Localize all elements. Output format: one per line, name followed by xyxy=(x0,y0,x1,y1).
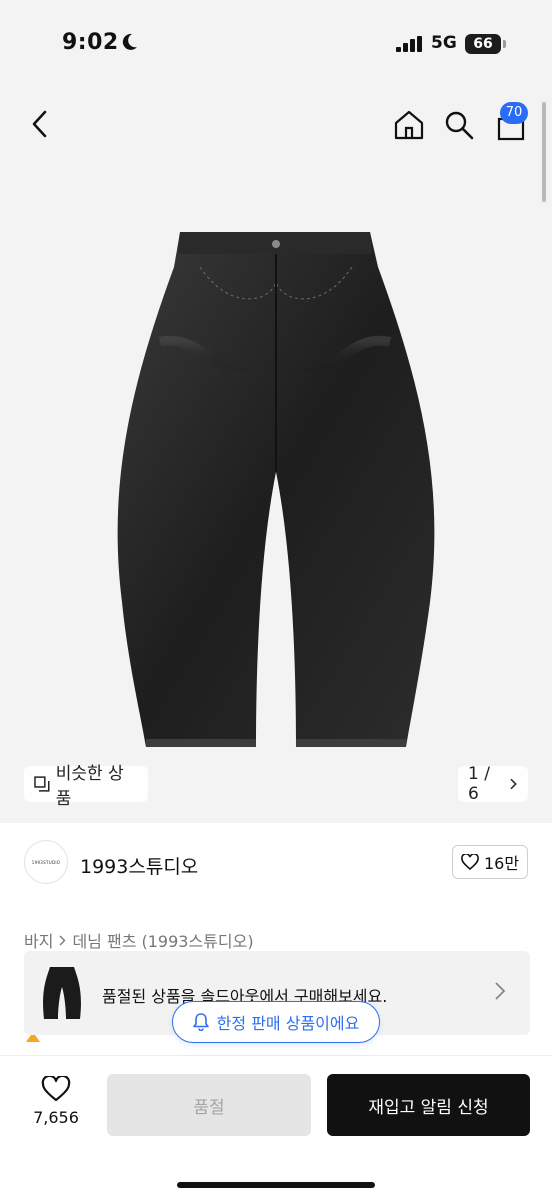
home-indicator[interactable] xyxy=(177,1182,375,1188)
similar-products-button[interactable]: 비슷한 상품 xyxy=(24,764,148,809)
heart-icon xyxy=(461,854,479,870)
network-label: 5G xyxy=(431,33,457,53)
wishlist-count: 7,656 xyxy=(33,1108,79,1127)
restock-alert-button[interactable]: 재입고 알림 신청 xyxy=(327,1074,530,1136)
brand-like-button[interactable]: 16만 xyxy=(452,845,528,879)
scrollbar[interactable] xyxy=(542,102,546,202)
home-icon xyxy=(394,110,424,140)
image-page-indicator[interactable]: 1 / 6 xyxy=(458,764,528,804)
brand-like-count: 16만 xyxy=(483,854,520,873)
status-time: 9:02 xyxy=(62,30,119,55)
copy-icon xyxy=(34,776,50,792)
limited-sale-badge[interactable]: 한정 판매 상품이에요 xyxy=(172,1001,380,1043)
wishlist-button[interactable]: 7,656 xyxy=(30,1074,82,1127)
brand-name[interactable]: 1993스튜디오 xyxy=(80,852,198,879)
limited-sale-label: 한정 판매 상품이에요 xyxy=(216,1014,360,1033)
breadcrumb: 바지 데님 팬츠 (1993스튜디오) xyxy=(24,928,254,952)
soldout-label: 품절 xyxy=(193,1097,225,1118)
signal-icon xyxy=(396,36,422,52)
moon-icon xyxy=(122,33,137,50)
search-icon xyxy=(445,111,474,140)
brand-logo-text: 1993STUDIO xyxy=(31,859,61,865)
back-button[interactable] xyxy=(22,106,58,142)
bell-icon xyxy=(192,1013,209,1031)
chevron-right-icon xyxy=(59,935,66,945)
status-bar: 9:02 5G 66 xyxy=(0,0,552,90)
search-button[interactable] xyxy=(440,106,478,144)
chevron-right-icon xyxy=(510,778,518,790)
brand-row[interactable]: 1993STUDIO 1993스튜디오 16만 xyxy=(0,823,552,905)
battery-nub xyxy=(503,40,506,48)
home-button[interactable] xyxy=(390,106,428,144)
product-image-area[interactable]: 70 비슷한 상품 1 / 6 xyxy=(0,90,552,823)
chevron-right-icon xyxy=(495,982,506,1000)
restock-alert-label: 재입고 알림 신청 xyxy=(368,1097,489,1118)
bottom-action-bar: 7,656 품절 재입고 알림 신청 xyxy=(0,1055,552,1200)
product-image[interactable] xyxy=(100,222,452,762)
page-indicator-text: 1 / 6 xyxy=(468,764,490,804)
battery-icon: 66 xyxy=(465,34,501,54)
cart-count-badge: 70 xyxy=(500,102,528,124)
brand-logo[interactable]: 1993STUDIO xyxy=(24,840,68,884)
product-thumbnail xyxy=(43,967,81,1019)
heart-icon xyxy=(41,1074,71,1102)
breadcrumb-category[interactable]: 바지 xyxy=(24,928,53,952)
soldout-button: 품절 xyxy=(107,1074,311,1136)
chevron-left-icon xyxy=(32,110,47,138)
similar-products-label: 비슷한 상품 xyxy=(55,764,124,809)
breadcrumb-subcategory[interactable]: 데님 팬츠 (1993스튜디오) xyxy=(72,928,253,952)
